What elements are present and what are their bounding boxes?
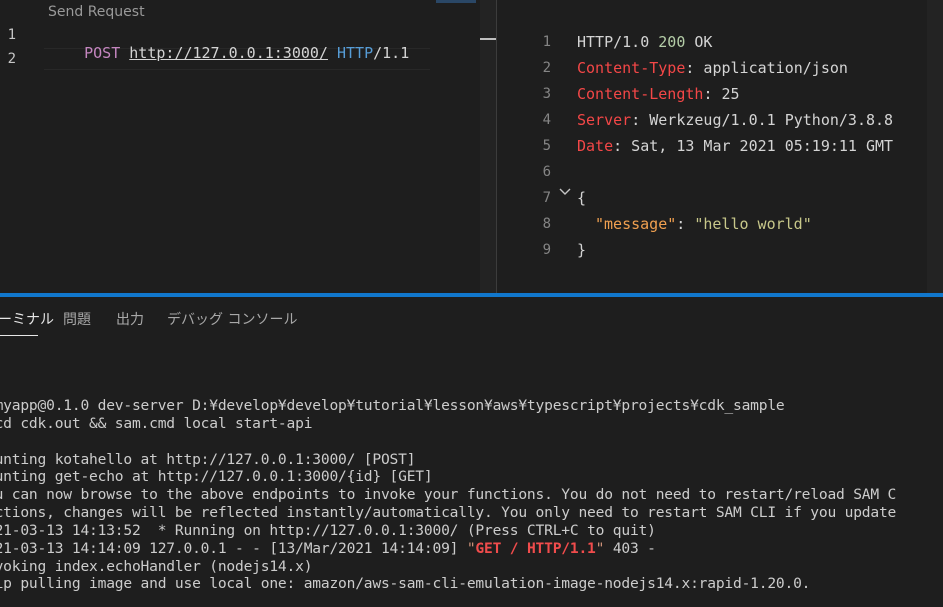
line-number: 2	[7, 51, 16, 67]
tab-debug-console[interactable]: デバッグ コンソール	[167, 309, 297, 329]
terminal-line: ou can now browse to the above endpoints…	[0, 486, 897, 503]
minimap-marker	[436, 0, 476, 3]
http-protocol: HTTP	[337, 44, 374, 62]
json-open-brace: {	[577, 189, 587, 207]
line-number: 6	[542, 164, 551, 180]
terminal-line: nvoking index.echoHandler (nodejs14.x)	[0, 558, 313, 575]
line-number: 5	[542, 138, 551, 154]
response-header: Server: Werkzeug/1.0.1 Python/3.8.8	[577, 111, 894, 129]
terminal-line: kip pulling image and use local one: ama…	[0, 575, 811, 592]
http-method: POST	[84, 44, 121, 62]
tab-problems[interactable]: 問題	[63, 309, 91, 329]
terminal-line: nctions, changes will be reflected insta…	[0, 504, 897, 521]
line-number: 1	[7, 27, 16, 43]
terminal-log-line: 021-03-13 14:14:09 127.0.0.1 - - [13/Mar…	[0, 540, 656, 557]
fold-chevron-icon[interactable]	[559, 186, 571, 201]
terminal-line: ounting get-echo at http://127.0.0.1:300…	[0, 468, 433, 485]
request-line[interactable]: POST http://127.0.0.1:3000/ HTTP/1.1	[48, 26, 409, 80]
tab-output[interactable]: 出力	[116, 309, 144, 329]
active-tab-underline	[0, 335, 38, 336]
response-editor[interactable]: 1 2 3 4 5 6 7 8 9 HTTP/1.0 200 OK Conten…	[497, 0, 943, 293]
request-editor[interactable]: Send Request 1 2 POST http://127.0.0.1:3…	[0, 0, 496, 293]
json-close-brace: }	[577, 241, 587, 259]
request-url-link[interactable]: http://127.0.0.1:3000/	[129, 44, 328, 62]
response-header: Date: Sat, 13 Mar 2021 05:19:11 GMT	[577, 137, 894, 155]
request-highlight: GET / HTTP/1.1	[475, 540, 596, 557]
line-number: 4	[542, 112, 551, 128]
line-number: 9	[542, 242, 551, 258]
line-number: 7	[542, 190, 551, 206]
tab-terminal[interactable]: ーミナル	[0, 309, 54, 329]
response-header: Content-Type: application/json	[577, 59, 848, 77]
terminal-line: 021-03-13 14:13:52 * Running on http://1…	[0, 522, 656, 539]
http-version: /1.1	[373, 44, 410, 62]
response-status-line: HTTP/1.0 200 OK	[577, 33, 713, 51]
terminal-line: cd cdk.out && sam.cmd local start-api	[0, 415, 313, 432]
line-number: 8	[542, 216, 551, 232]
response-header: Content-Length: 25	[577, 85, 740, 103]
json-property: "message": "hello world"	[595, 215, 812, 233]
bottom-panel: ーミナル 問題 出力 デバッグ コンソール myapp@0.1.0 dev-se…	[0, 297, 943, 607]
send-request-codelens[interactable]: Send Request	[48, 4, 145, 20]
status-code: 200	[658, 33, 686, 51]
line-number: 2	[542, 60, 551, 76]
terminal-line: ounting kotahello at http://127.0.0.1:30…	[0, 451, 416, 468]
overview-ruler-cursor	[480, 38, 496, 40]
right-editor-scrollbar[interactable]	[927, 0, 943, 293]
line-number: 3	[542, 86, 551, 102]
line-number: 1	[542, 34, 551, 50]
terminal-line: myapp@0.1.0 dev-server D:¥develop¥develo…	[0, 397, 785, 414]
left-editor-scrollbar[interactable]	[480, 0, 496, 293]
